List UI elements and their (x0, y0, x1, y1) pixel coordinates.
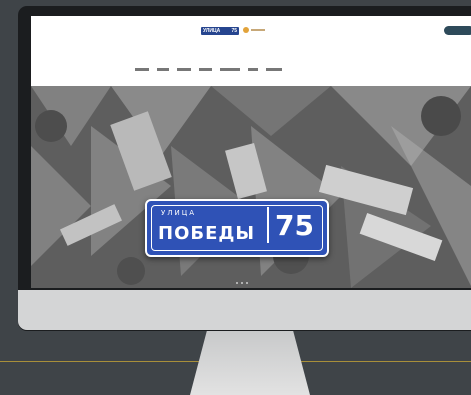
logo-label: УЛИЦА (203, 28, 221, 34)
header-cta-button[interactable] (444, 26, 471, 35)
slider-dots[interactable] (236, 282, 248, 284)
emblem-icon (243, 27, 249, 33)
monitor-screen: УЛИЦА 75 УЛИЦА ПОБЕДЫ 75 (31, 16, 471, 288)
logo-number: 75 (231, 28, 237, 34)
nav-item[interactable] (157, 68, 169, 71)
slider-dot[interactable] (241, 282, 243, 284)
sign-label: УЛИЦА (161, 209, 196, 217)
street-sign: УЛИЦА ПОБЕДЫ 75 (145, 199, 329, 257)
monitor-chin (18, 290, 471, 330)
site-logo[interactable]: УЛИЦА 75 (201, 27, 239, 35)
nav-item[interactable] (177, 68, 191, 71)
nav-item[interactable] (266, 68, 282, 71)
nav-item[interactable] (248, 68, 258, 71)
nav-item[interactable] (199, 68, 212, 71)
main-nav (135, 68, 375, 71)
slider-dot[interactable] (246, 282, 248, 284)
hero-aerial-image (31, 86, 471, 288)
site-header: УЛИЦА 75 (31, 16, 471, 46)
nav-item[interactable] (220, 68, 240, 71)
sign-divider (267, 207, 269, 243)
slider-dot[interactable] (236, 282, 238, 284)
sign-street-name: ПОБЕДЫ (158, 223, 256, 244)
monitor-stand (190, 331, 310, 395)
logo-subtitle (251, 29, 265, 31)
hero-banner: УЛИЦА ПОБЕДЫ 75 (31, 86, 471, 288)
nav-item[interactable] (135, 68, 149, 71)
sign-number: 75 (275, 209, 314, 242)
